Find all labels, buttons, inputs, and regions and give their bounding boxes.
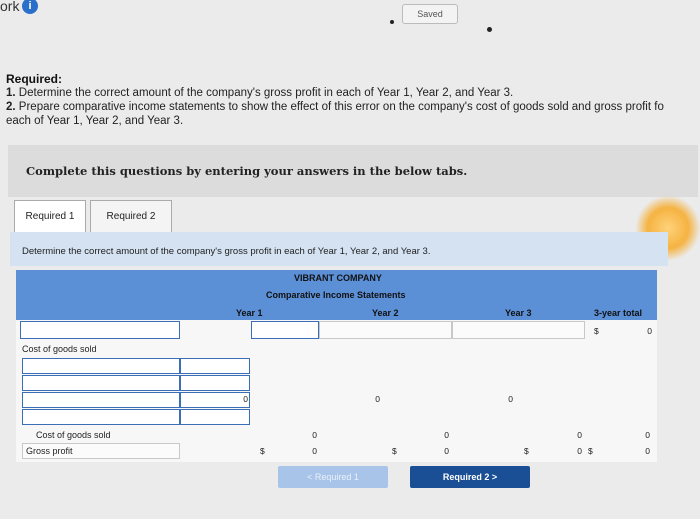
tab-required-2[interactable]: Required 2 bbox=[90, 200, 172, 234]
required-item-2-cont: each of Year 1, Year 2, and Year 3. bbox=[6, 115, 184, 127]
cogs-year-3: 0 bbox=[577, 430, 582, 440]
required-heading: Required: bbox=[6, 72, 63, 86]
cogs-total: 0 bbox=[645, 430, 650, 440]
required-item-2: 2. Prepare comparative income statements… bbox=[6, 101, 664, 113]
currency-symbol: $ bbox=[588, 446, 593, 456]
dot-icon bbox=[487, 27, 492, 32]
currency-symbol: $ bbox=[260, 446, 265, 456]
tab-instruction: Determine the correct amount of the comp… bbox=[10, 232, 668, 266]
item-text: Determine the correct amount of the comp… bbox=[18, 87, 514, 99]
dot-icon bbox=[390, 20, 394, 24]
subtotal-year-1: 0 bbox=[243, 394, 248, 404]
cogs-row-label: Cost of goods sold bbox=[36, 430, 111, 440]
truncated-title: ork bbox=[0, 0, 20, 14]
col-3-year-total: 3-year total bbox=[594, 308, 643, 318]
row-3-year-1-input[interactable] bbox=[180, 358, 250, 374]
row-1-total: 0 bbox=[647, 326, 652, 336]
gross-profit-year-2: 0 bbox=[444, 446, 449, 456]
statement-title: Comparative Income Statements bbox=[266, 290, 406, 300]
gross-profit-year-3: 0 bbox=[577, 446, 582, 456]
prev-required-1-button[interactable]: < Required 1 bbox=[278, 466, 388, 488]
currency-symbol: $ bbox=[392, 446, 397, 456]
cogs-year-1: 0 bbox=[312, 430, 317, 440]
income-statement: VIBRANT COMPANY Comparative Income State… bbox=[16, 270, 657, 462]
gross-profit-year-1: 0 bbox=[312, 446, 317, 456]
col-year-2: Year 2 bbox=[372, 308, 399, 318]
gross-profit-label: Gross profit bbox=[26, 446, 73, 456]
item-number: 2. bbox=[6, 101, 16, 113]
row-5-label-input[interactable] bbox=[22, 392, 180, 408]
info-icon[interactable]: i bbox=[22, 0, 38, 14]
row-1-year-1-input[interactable] bbox=[251, 321, 319, 339]
panel-text: Complete this questions by entering your… bbox=[26, 164, 468, 178]
gross-profit-total: 0 bbox=[645, 446, 650, 456]
instructions-panel: Complete this questions by entering your… bbox=[8, 145, 698, 197]
subtotal-year-2: 0 bbox=[375, 394, 380, 404]
row-4-year-1-input[interactable] bbox=[180, 375, 250, 391]
item-number: 1. bbox=[6, 87, 16, 99]
col-year-3: Year 3 bbox=[505, 308, 532, 318]
row-3-label-input[interactable] bbox=[22, 358, 180, 374]
row-1-label-input[interactable] bbox=[20, 321, 180, 339]
cogs-label: Cost of goods sold bbox=[22, 344, 97, 354]
col-year-1: Year 1 bbox=[236, 308, 263, 318]
cogs-year-2: 0 bbox=[444, 430, 449, 440]
next-required-2-button[interactable]: Required 2 > bbox=[410, 466, 530, 488]
row-6-year-1-input[interactable] bbox=[180, 409, 250, 425]
required-item-1: 1. Determine the correct amount of the c… bbox=[6, 87, 513, 99]
currency-symbol: $ bbox=[594, 326, 599, 336]
saved-status: Saved bbox=[402, 4, 458, 24]
row-1-year-3-cell bbox=[452, 321, 585, 339]
currency-symbol: $ bbox=[524, 446, 529, 456]
instruction-text: Determine the correct amount of the comp… bbox=[22, 246, 431, 257]
row-4-label-input[interactable] bbox=[22, 375, 180, 391]
item-text: Prepare comparative income statements to… bbox=[18, 101, 664, 113]
top-bar: ork i Saved bbox=[0, 0, 700, 32]
row-6-label-input[interactable] bbox=[22, 409, 180, 425]
tab-required-1[interactable]: Required 1 bbox=[14, 200, 86, 234]
subtotal-year-3: 0 bbox=[508, 394, 513, 404]
row-1-year-2-cell bbox=[319, 321, 452, 339]
company-name: VIBRANT COMPANY bbox=[294, 273, 382, 283]
